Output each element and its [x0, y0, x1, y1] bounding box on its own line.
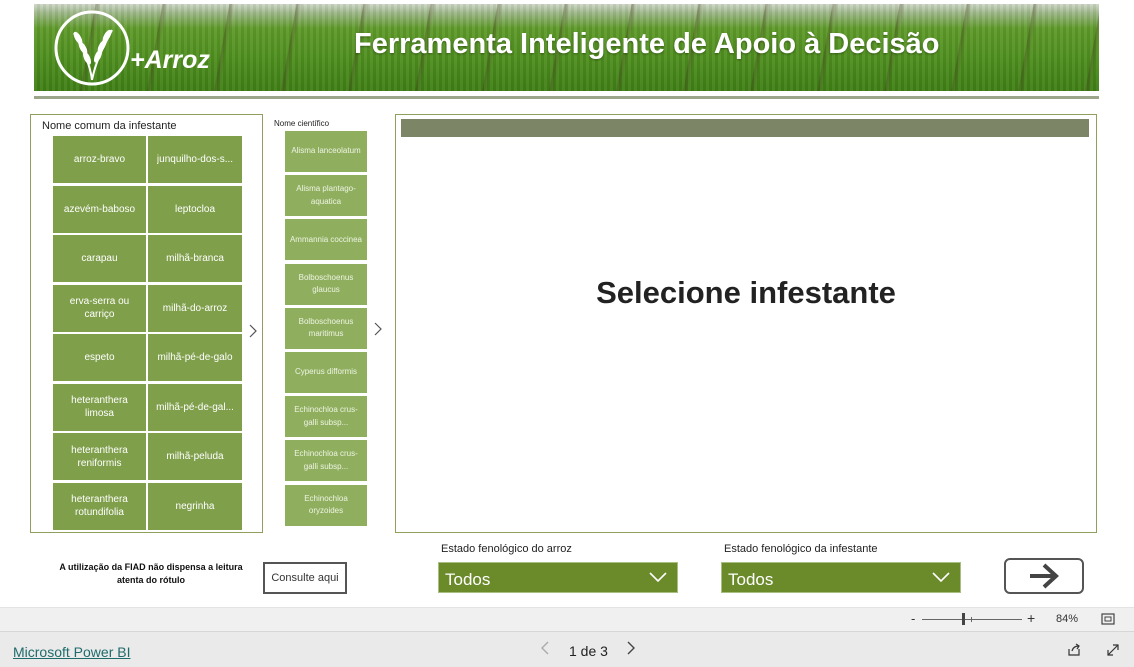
- scientific-name-tile[interactable]: Bolboschoenus maritimus: [285, 307, 367, 349]
- report-footer: Microsoft Power BI 1 de 3: [0, 631, 1134, 667]
- rice-stage-label: Estado fenológico do arroz: [441, 543, 572, 555]
- common-name-tile[interactable]: heteranthera limosa: [53, 383, 146, 431]
- weed-stage-dropdown[interactable]: Todos: [721, 562, 961, 593]
- previous-page-icon[interactable]: [540, 641, 550, 655]
- common-name-tile[interactable]: heteranthera reniformis: [53, 433, 146, 480]
- scientific-name-tile[interactable]: Bolboschoenus glaucus: [285, 263, 367, 305]
- logo-text: +Arroz: [130, 46, 210, 74]
- common-name-slicer: Nome comum da infestante arroz-bravo jun…: [30, 114, 263, 533]
- result-panel: Selecione infestante: [395, 114, 1097, 533]
- rice-stage-dropdown[interactable]: Todos: [438, 562, 678, 593]
- weed-stage-label: Estado fenológico da infestante: [724, 543, 878, 555]
- scientific-name-tile[interactable]: Echinochloa oryzoides: [285, 484, 367, 526]
- common-name-title: Nome comum da infestante: [42, 120, 177, 132]
- scientific-name-list: Alisma lanceolatum Alisma plantago-aquat…: [285, 131, 367, 529]
- consult-button[interactable]: Consulte aqui: [263, 562, 347, 594]
- common-name-tile[interactable]: azevém-baboso: [53, 185, 146, 233]
- scientific-name-tile[interactable]: Ammannia coccinea: [285, 219, 367, 261]
- common-name-tile[interactable]: milhã-pé-de-galo: [148, 334, 242, 381]
- scientific-name-tile[interactable]: Echinochloa crus-galli subsp...: [285, 396, 367, 438]
- fit-to-page-icon[interactable]: [1101, 613, 1115, 625]
- scientific-name-tile[interactable]: Echinochloa crus-galli subsp...: [285, 440, 367, 482]
- common-name-tile[interactable]: milhã-pé-de-gal...: [148, 383, 242, 431]
- common-name-tile[interactable]: leptocloa: [148, 185, 242, 233]
- power-bi-link[interactable]: Microsoft Power BI: [13, 644, 130, 660]
- scientific-name-tile[interactable]: Cyperus difformis: [285, 351, 367, 393]
- common-name-tile[interactable]: milhã-peluda: [148, 433, 242, 480]
- zoom-slider-thumb[interactable]: [962, 613, 965, 625]
- disclaimer-text: A utilização da FIAD não dispensa a leit…: [59, 562, 243, 586]
- zoom-slider-tick: [971, 617, 972, 622]
- common-name-tile[interactable]: espeto: [53, 334, 146, 381]
- scientific-name-tile[interactable]: Alisma plantago-aquatica: [285, 175, 367, 217]
- share-icon[interactable]: [1067, 643, 1081, 657]
- header-divider: [34, 96, 1099, 99]
- weed-stage-value: Todos: [728, 570, 774, 589]
- common-name-tile[interactable]: negrinha: [148, 482, 242, 530]
- scientific-name-title: Nome científico: [274, 119, 330, 128]
- fullscreen-icon[interactable]: [1106, 643, 1120, 657]
- common-name-tile[interactable]: milhã-do-arroz: [148, 284, 242, 332]
- common-name-tile[interactable]: heteranthera rotundifolia: [53, 482, 146, 530]
- common-name-tile[interactable]: arroz-bravo: [53, 136, 146, 183]
- common-name-tile[interactable]: carapau: [53, 235, 146, 282]
- zoom-bar: - + 84%: [0, 607, 1134, 631]
- zoom-slider-track[interactable]: [922, 619, 1022, 620]
- next-page-icon[interactable]: [626, 641, 636, 655]
- zoom-in-button[interactable]: +: [1027, 610, 1035, 626]
- select-weed-message: Selecione infestante: [596, 275, 896, 310]
- common-name-tile[interactable]: erva-serra ou carriço: [53, 284, 146, 332]
- page-title: Ferramenta Inteligente de Apoio à Decisã…: [354, 28, 940, 60]
- arrow-right-icon: [1030, 563, 1059, 589]
- common-name-tile[interactable]: junquilho-dos-s...: [148, 136, 242, 183]
- result-header-bar: [401, 119, 1089, 137]
- chevron-down-icon: [932, 572, 950, 583]
- rice-logo-icon: [54, 10, 130, 86]
- rice-stage-value: Todos: [445, 570, 491, 589]
- chevron-right-icon[interactable]: [373, 322, 383, 336]
- scientific-name-tile[interactable]: Alisma lanceolatum: [285, 131, 367, 172]
- chevron-right-icon[interactable]: [248, 324, 258, 338]
- header-banner: +Arroz Ferramenta Inteligente de Apoio à…: [34, 4, 1099, 91]
- common-name-tile[interactable]: milhã-branca: [148, 235, 242, 282]
- zoom-level: 84%: [1056, 613, 1079, 625]
- page-indicator: 1 de 3: [569, 643, 608, 659]
- next-button[interactable]: [1004, 558, 1084, 594]
- zoom-out-button[interactable]: -: [911, 611, 915, 626]
- chevron-down-icon: [649, 572, 667, 583]
- common-name-grid: arroz-bravo junquilho-dos-s... azevém-ba…: [53, 136, 243, 530]
